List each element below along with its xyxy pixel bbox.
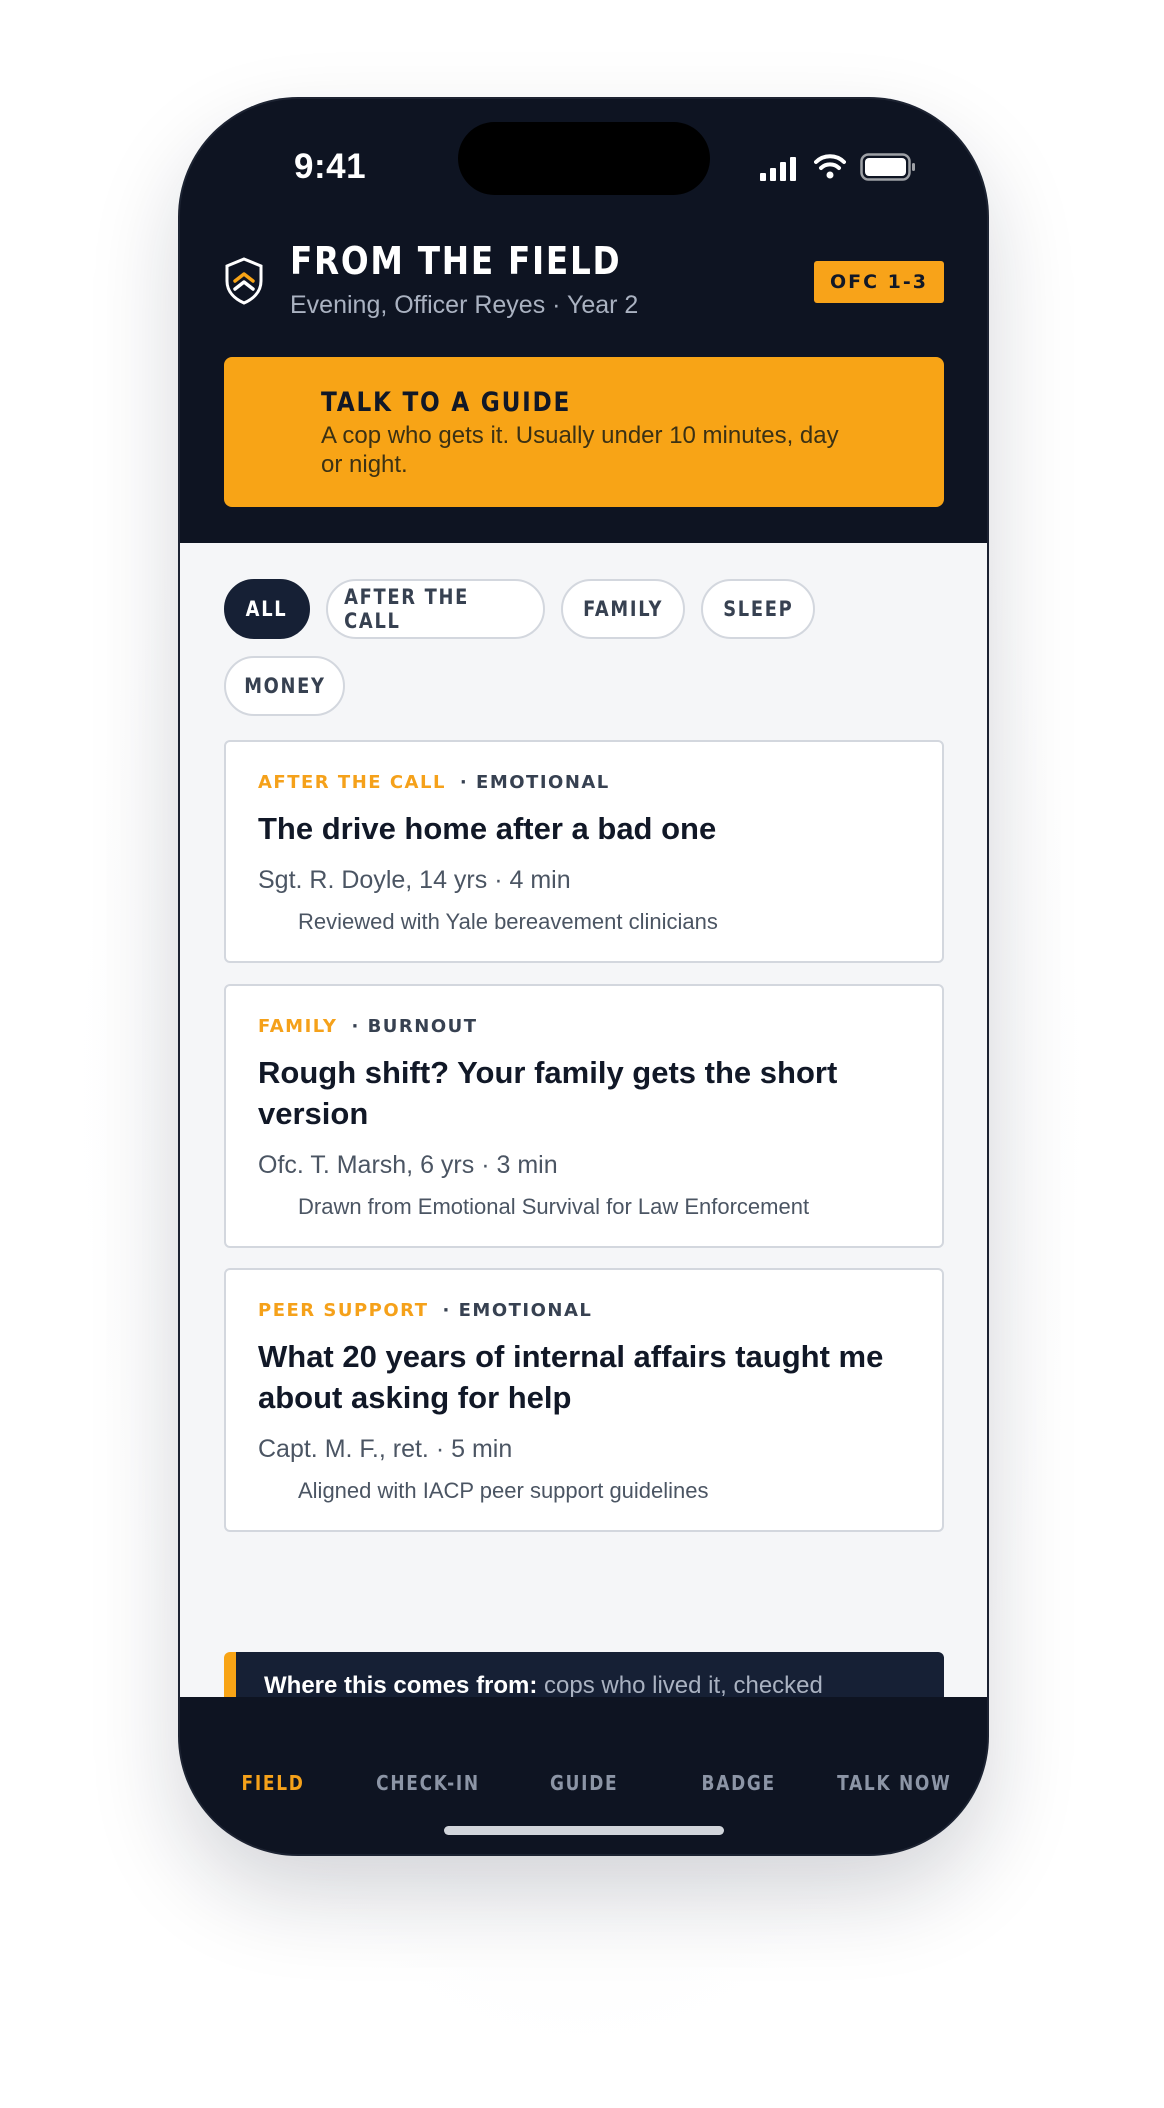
rank-badge: OFC 1-3	[813, 261, 944, 303]
story-tag: · BURNOUT	[351, 1016, 478, 1037]
wifi-icon	[814, 154, 846, 179]
page-background: 9:41 FROM THE FIELD Evening, Officer Rey…	[0, 0, 1164, 2108]
filter-chip-all[interactable]: ALL	[224, 579, 310, 639]
tab-badge[interactable]: BADGE	[664, 1771, 814, 1795]
story-card[interactable]: FAMILY · BURNOUT Rough shift? Your family…	[224, 984, 944, 1248]
filter-chip-money[interactable]: MONEY	[224, 656, 345, 716]
cta-title: TALK TO A GUIDE	[321, 387, 572, 418]
story-tags: PEER SUPPORT · EMOTIONAL	[258, 1300, 592, 1321]
chevron-shield-icon	[225, 257, 263, 305]
story-category: FAMILY	[258, 1016, 338, 1037]
story-meta: Capt. M. F., ret. · 5 min	[258, 1435, 513, 1463]
story-title: What 20 years of internal affairs taught…	[258, 1339, 884, 1415]
app-header: FROM THE FIELD Evening, Officer Reyes · …	[224, 239, 944, 339]
status-bar: 9:41	[180, 99, 987, 239]
home-indicator[interactable]	[444, 1826, 724, 1835]
story-source-note: Reviewed with Yale bereavement clinician…	[298, 909, 718, 934]
story-source-note: Aligned with IACP peer support guideline…	[298, 1478, 709, 1503]
cellular-signal-icon	[760, 157, 796, 181]
filter-chip-sleep[interactable]: SLEEP	[701, 579, 815, 639]
greeting-subtitle: Evening, Officer Reyes · Year 2	[290, 291, 639, 319]
story-tags: FAMILY · BURNOUT	[258, 1016, 478, 1037]
content-area: ALL AFTER THE CALL FAMILY SLEEP MONEY AF…	[180, 543, 987, 1788]
phone-frame: 9:41 FROM THE FIELD Evening, Officer Rey…	[180, 99, 987, 1854]
tab-talk-now[interactable]: TALK NOW	[819, 1771, 969, 1795]
app-title: FROM THE FIELD	[290, 239, 622, 283]
story-card[interactable]: AFTER THE CALL · EMOTIONAL The drive home…	[224, 740, 944, 963]
story-tags: AFTER THE CALL · EMOTIONAL	[258, 772, 610, 793]
battery-icon	[860, 153, 915, 181]
story-tag: · EMOTIONAL	[459, 772, 610, 793]
tab-guide[interactable]: GUIDE	[509, 1771, 659, 1795]
story-card[interactable]: PEER SUPPORT · EMOTIONAL What 20 years of…	[224, 1268, 944, 1532]
story-source-note: Drawn from Emotional Survival for Law En…	[298, 1194, 810, 1219]
filter-chip-family[interactable]: FAMILY	[561, 579, 685, 639]
talk-to-guide-button[interactable]: TALK TO A GUIDE A cop who gets it. Usual…	[224, 357, 944, 507]
story-meta: Sgt. R. Doyle, 14 yrs · 4 min	[258, 866, 571, 894]
tab-field[interactable]: FIELD	[198, 1771, 348, 1795]
source-label: Where this comes from:	[264, 1672, 538, 1699]
story-title: Rough shift? Your family gets the short …	[258, 1055, 838, 1131]
dynamic-island	[458, 122, 710, 195]
story-tag: · EMOTIONAL	[442, 1300, 593, 1321]
story-meta: Ofc. T. Marsh, 6 yrs · 3 min	[258, 1151, 558, 1179]
story-category: AFTER THE CALL	[258, 772, 446, 793]
bottom-tab-bar: FIELD CHECK-IN GUIDE BADGE TALK NOW	[180, 1697, 987, 1854]
tab-check-in[interactable]: CHECK-IN	[353, 1771, 503, 1795]
status-time: 9:41	[294, 147, 367, 186]
story-category: PEER SUPPORT	[258, 1300, 429, 1321]
story-title: The drive home after a bad one	[258, 811, 717, 846]
cta-description: A cop who gets it. Usually under 10 minu…	[321, 422, 839, 478]
filter-chip-after-the-call[interactable]: AFTER THE CALL	[326, 579, 545, 639]
